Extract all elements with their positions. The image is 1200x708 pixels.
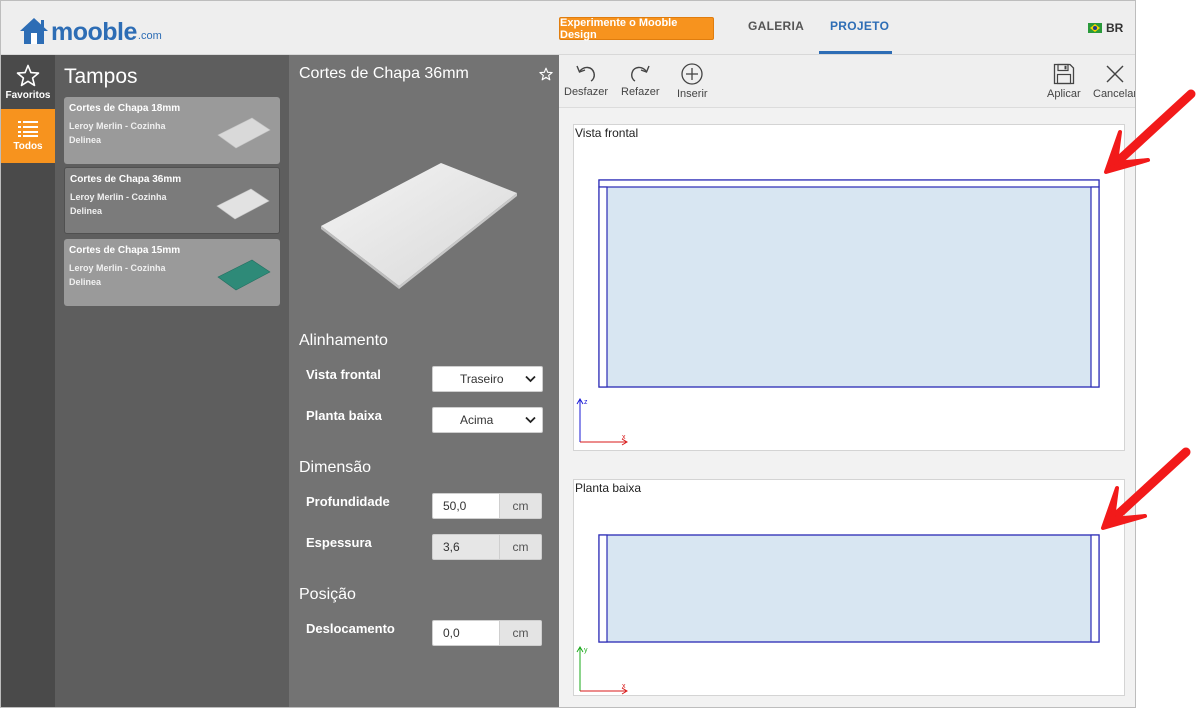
logo-suffix: .com [137,30,162,42]
brazil-flag-icon [1088,23,1102,33]
nav-projeto[interactable]: PROJETO [830,19,889,33]
profundidade-label: Profundidade [306,494,390,509]
espessura-label: Espessura [306,535,372,550]
app-window: mooble .com Experimente o Mooble Design … [0,0,1136,708]
undo-button[interactable]: Desfazer [564,63,608,98]
catalog-item-brand: Leroy Merlin - Cozinha [70,192,167,202]
redo-label: Refazer [621,86,660,98]
detail-panel: Cortes de Chapa 36mm Alinhamento Vista f… [289,55,559,707]
board-thumbnail-icon [217,117,271,149]
chevron-down-icon [525,375,536,383]
rail-todos[interactable]: Todos [1,109,55,163]
redo-icon [631,65,650,82]
axis-x-label: x [622,434,626,441]
mooble-logo[interactable]: mooble .com [19,13,162,45]
insert-label: Inserir [677,88,708,100]
deslocamento-input[interactable]: 0,0 [432,620,500,646]
active-nav-indicator [819,51,892,54]
front-view-body [598,179,1100,388]
rail-favoritos[interactable]: Favoritos [1,55,55,109]
star-icon [16,64,40,86]
undo-label: Desfazer [564,86,609,98]
add-circle-icon [681,63,703,85]
language-code: BR [1106,21,1124,35]
cancel-button[interactable]: Cancelar [1093,63,1136,100]
board-preview-image [321,163,517,289]
rail-favoritos-label: Favoritos [5,89,51,101]
close-icon [1106,65,1124,83]
planta-baixa-select[interactable]: Acima [432,407,543,433]
axis-x-label: x [622,683,626,690]
catalog-item-brand: Leroy Merlin - Cozinha [69,263,166,273]
catalog-item-line: Delinea [69,135,102,145]
catalog-item-title: Cortes de Chapa 36mm [70,174,182,185]
undo-icon [576,65,595,82]
catalog-item-line: Delinea [70,206,103,216]
star-icon[interactable] [539,67,553,81]
catalog-panel: Tampos Cortes de Chapa 18mm Leroy Merlin… [55,55,289,707]
try-mooble-design-button[interactable]: Experimente o Mooble Design [559,17,714,41]
axis-y-label: y [584,647,588,654]
deslocamento-label: Deslocamento [306,621,395,636]
chevron-down-icon [525,416,536,424]
plan-view-drawing: y x [576,534,1100,695]
house-icon [20,18,48,44]
planta-baixa-value: Acima [460,413,494,427]
section-posicao: Posição [299,586,356,603]
catalog-item-brand: Leroy Merlin - Cozinha [69,121,166,131]
cancel-label: Cancelar [1093,88,1136,100]
section-alinhamento: Alinhamento [299,332,388,349]
plan-view-body [598,534,1100,643]
apply-button[interactable]: Aplicar [1047,63,1081,100]
save-icon [1053,63,1074,85]
front-view-canvas[interactable]: Vista frontal z x [573,124,1125,451]
logo-text: mooble [51,18,137,46]
vista-frontal-label: Vista frontal [306,367,381,382]
catalog-item-title: Cortes de Chapa 18mm [69,103,181,114]
vista-frontal-value: Traseiro [460,372,504,386]
redo-button[interactable]: Refazer [621,63,660,98]
front-view-right-side [1090,186,1100,388]
plan-view-left-side [598,534,608,643]
workspace-toolbar: Desfazer Refazer Inserir Aplicar Cancela… [559,55,1136,108]
language-selector[interactable]: BR [1088,21,1123,35]
top-header: mooble .com Experimente o Mooble Design … [1,1,1135,55]
deslocamento-unit: cm [500,620,542,646]
espessura-unit: cm [500,534,542,560]
profundidade-unit: cm [500,493,542,519]
drawing-workspace: Desfazer Refazer Inserir Aplicar Cancela… [559,55,1136,707]
detail-title: Cortes de Chapa 36mm [299,65,469,82]
category-rail: Favoritos Todos [1,55,55,707]
board-thumbnail-icon [216,188,270,220]
catalog-title: Tampos [64,65,138,88]
catalog-item-line: Delinea [69,277,102,287]
catalog-item-title: Cortes de Chapa 15mm [69,245,181,256]
list-icon [18,121,38,137]
vista-frontal-select[interactable]: Traseiro [432,366,543,392]
front-view-left-side [598,186,608,388]
planta-baixa-label: Planta baixa [306,408,382,423]
catalog-item-36mm[interactable]: Cortes de Chapa 36mm Leroy Merlin - Cozi… [64,167,280,234]
profundidade-input[interactable]: 50,0 [432,493,500,519]
catalog-item-18mm[interactable]: Cortes de Chapa 18mm Leroy Merlin - Cozi… [64,97,280,164]
espessura-input: 3,6 [432,534,500,560]
front-view-drawing: z x [576,179,1100,446]
plan-view-canvas[interactable]: Planta baixa y x [573,479,1125,696]
board-thumbnail-icon [217,259,271,291]
apply-label: Aplicar [1047,88,1081,100]
nav-galeria[interactable]: GALERIA [748,19,804,33]
section-dimensao: Dimensão [299,459,372,476]
axis-z-label: z [584,399,588,406]
insert-button[interactable]: Inserir [677,63,708,100]
catalog-item-15mm[interactable]: Cortes de Chapa 15mm Leroy Merlin - Cozi… [64,239,280,306]
front-view-top-panel [598,179,1100,188]
plan-view-right-side [1090,534,1100,643]
rail-todos-label: Todos [13,141,43,152]
